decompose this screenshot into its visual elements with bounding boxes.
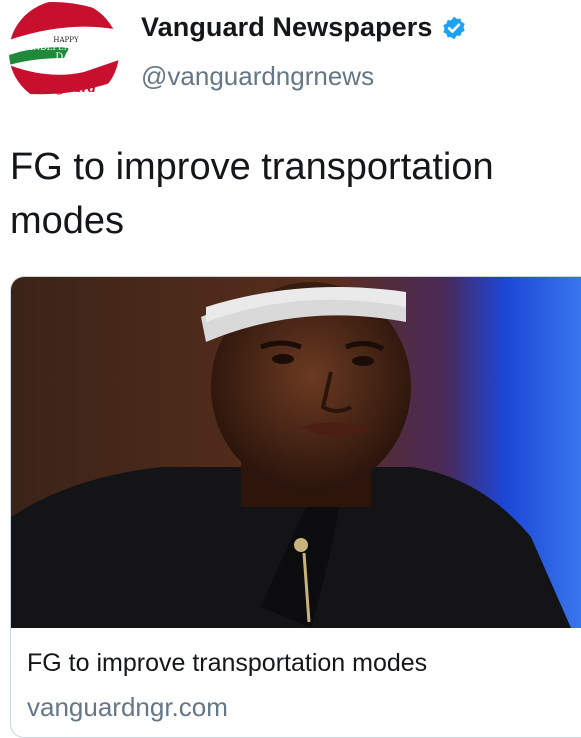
card-domain[interactable]: vanguardngr.com	[27, 692, 228, 723]
verified-badge-icon	[442, 16, 465, 39]
svg-text:INDEPENDENCE: INDEPENDENCE	[30, 43, 102, 52]
link-card[interactable]: FG to improve transportation modes vangu…	[10, 276, 581, 738]
user-name-row: Vanguard Newspapers	[141, 12, 467, 43]
svg-text:Vanguard: Vanguard	[32, 81, 97, 95]
svg-text:FROM: FROM	[54, 65, 77, 73]
card-photo	[11, 277, 581, 628]
card-image[interactable]	[11, 277, 581, 628]
display-name[interactable]: Vanguard Newspapers	[141, 12, 433, 43]
avatar-logo: HAPPY INDEPENDENCE DAY FROM Vanguard	[9, 0, 119, 104]
card-title[interactable]: FG to improve transportation modes	[27, 649, 427, 678]
svg-text:DAY: DAY	[55, 52, 77, 63]
avatar[interactable]: HAPPY INDEPENDENCE DAY FROM Vanguard	[9, 0, 119, 105]
user-handle[interactable]: @vanguardngrnews	[141, 61, 374, 92]
tweet-text: FG to improve transportation modes	[10, 146, 494, 242]
